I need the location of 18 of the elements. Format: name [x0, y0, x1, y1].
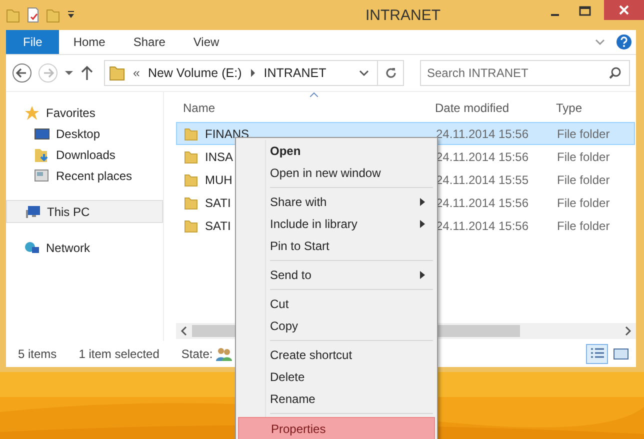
window-title: INTRANET [364, 6, 442, 24]
table-cell: SATI [205, 218, 231, 232]
table-cell-text: File folder [557, 126, 611, 140]
table-cell: SATI [205, 196, 231, 210]
table-cell-text: File folder [557, 218, 611, 232]
table-cell-text: File folder [557, 196, 611, 210]
table-cell-text: 24.11.2014 15:56 [436, 150, 530, 164]
table-cell-text: 24.11.2014 15:56 [436, 218, 530, 232]
table-cell: INSA [205, 150, 234, 164]
item-count: 5 items [18, 347, 57, 361]
state-label: State: [181, 347, 213, 361]
selection-count: 1 item selected [78, 347, 160, 361]
table-cell-text: File folder [557, 172, 611, 186]
table-cell-text: File folder [557, 150, 611, 164]
table-cell-text: 24.11.2014 15:56 [436, 126, 530, 140]
table-cell-text: 24.11.2014 15:56 [436, 196, 530, 210]
table-cell-text: 24.11.2014 15:55 [436, 172, 530, 186]
table-cell: MUH [205, 172, 232, 186]
